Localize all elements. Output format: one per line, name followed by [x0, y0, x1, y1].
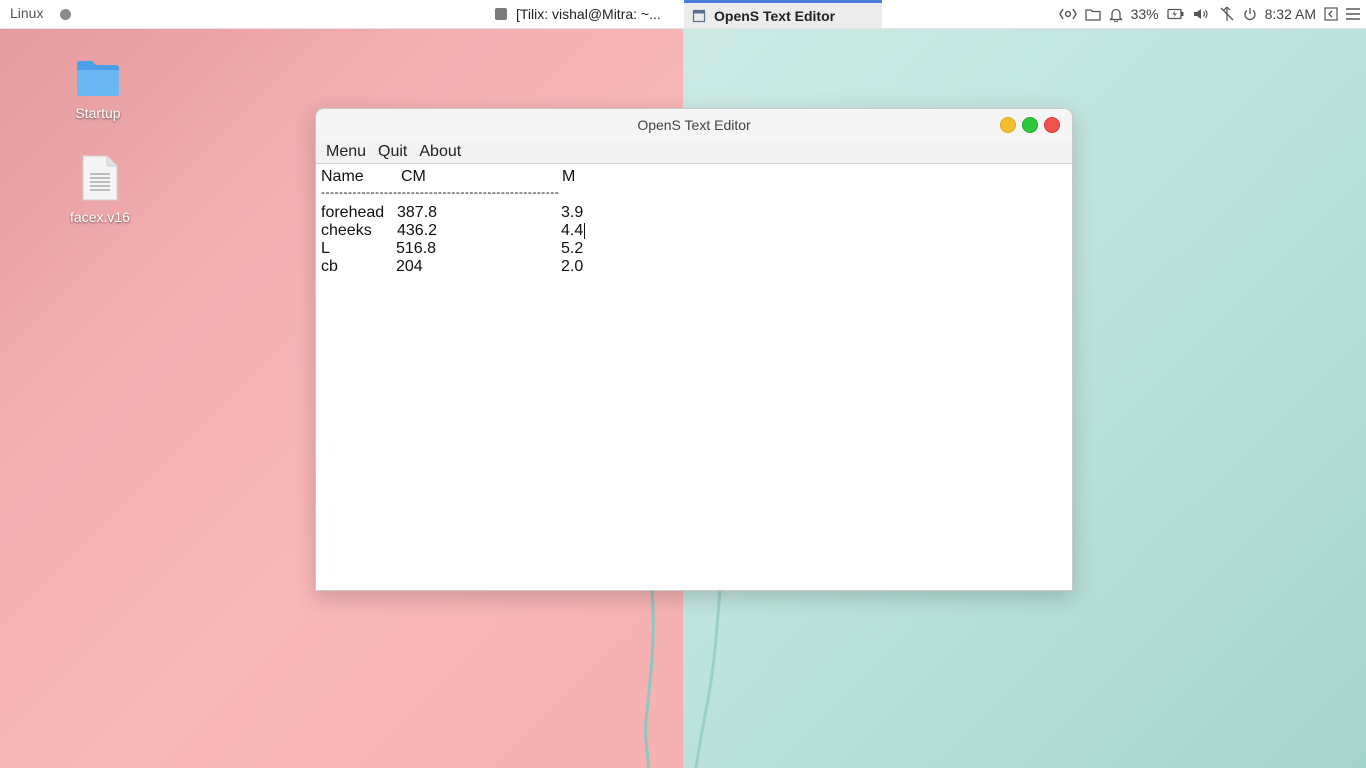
text-line-header: Name CM M: [321, 168, 575, 186]
cell-cm: 387.8: [397, 204, 438, 221]
menu-item-about[interactable]: About: [413, 143, 467, 161]
cell-name: L: [321, 240, 330, 257]
folder-tray-icon[interactable]: [1084, 7, 1101, 21]
folder-icon: [77, 61, 119, 96]
battery-charging-icon[interactable]: [1166, 8, 1185, 20]
text-line: L 516.8 5.2: [321, 240, 583, 258]
cell-m-with-caret: 4.4: [561, 222, 586, 240]
text-editor-area[interactable]: Name CM M ------------------------------…: [316, 164, 1072, 590]
clock[interactable]: 8:32 AM: [1265, 6, 1316, 22]
cell-name: cheeks: [321, 222, 372, 239]
taskbar-item-tilix[interactable]: [Tilix: vishal@Mitra: ~...: [486, 0, 682, 28]
cell-cm: 204: [396, 258, 423, 275]
top-panel: Linux [Tilix: vishal@Mitra: ~... OpenS T…: [0, 0, 1366, 29]
desktop-icon-startup[interactable]: Startup: [53, 58, 143, 121]
text-caret: [584, 222, 586, 239]
text-file-icon: [82, 155, 118, 201]
hamburger-menu-icon[interactable]: [1346, 8, 1360, 20]
window-titlebar[interactable]: OpenS Text Editor: [316, 109, 1072, 141]
cell-m: 2.0: [561, 258, 584, 275]
cell-cm: 436.2: [397, 222, 438, 239]
text-line: forehead 387.8 3.9: [321, 204, 583, 222]
text-line: cheeks 436.2 4.4: [321, 222, 586, 240]
menu-bar: Menu Quit About: [316, 141, 1072, 164]
desktop-icon-label: facex.v16: [70, 209, 130, 225]
minimize-button[interactable]: [1000, 117, 1016, 133]
text-line: cb 204 2.0: [321, 258, 583, 276]
notification-bell-icon[interactable]: [1108, 7, 1123, 22]
taskbar-item-label: [Tilix: vishal@Mitra: ~...: [516, 6, 661, 22]
system-tray: 33% 8:32 AM: [1055, 0, 1366, 28]
battery-percent[interactable]: 33%: [1131, 6, 1159, 22]
text-line-separator: ----------------------------------------…: [321, 185, 560, 199]
desktop-icon-facex[interactable]: facex.v16: [55, 154, 145, 225]
cell-m: 5.2: [561, 240, 584, 257]
window-icon: [692, 9, 706, 22]
column-header-m: M: [562, 168, 576, 185]
terminal-icon: [495, 8, 507, 20]
desktop-icon-label: Startup: [75, 105, 121, 121]
menu-item-menu[interactable]: Menu: [320, 143, 372, 161]
column-header-cm: CM: [401, 168, 426, 185]
taskbar-item-label: OpenS Text Editor: [714, 7, 836, 24]
column-header-name: Name: [321, 168, 364, 185]
taskbar-item-opens-text-editor[interactable]: OpenS Text Editor: [684, 0, 882, 28]
cell-name: forehead: [321, 204, 385, 221]
window-title: OpenS Text Editor: [637, 117, 751, 133]
workspace-indicator-icon[interactable]: [60, 9, 71, 20]
cell-m: 3.9: [561, 204, 584, 221]
network-sharing-icon[interactable]: [1058, 7, 1077, 21]
network-disconnected-icon[interactable]: [1219, 6, 1235, 22]
collapse-panel-icon[interactable]: [1324, 7, 1338, 21]
cell-name: cb: [321, 258, 338, 275]
text-editor-window: OpenS Text Editor Menu Quit About Name C…: [315, 108, 1073, 591]
cell-m: 4.4: [561, 222, 584, 239]
close-button[interactable]: [1044, 117, 1060, 133]
cell-cm: 516.8: [396, 240, 437, 257]
volume-icon[interactable]: [1193, 7, 1211, 21]
maximize-button[interactable]: [1022, 117, 1038, 133]
activities-label[interactable]: Linux: [10, 5, 43, 21]
menu-item-quit[interactable]: Quit: [372, 143, 413, 161]
power-icon[interactable]: [1243, 7, 1257, 21]
